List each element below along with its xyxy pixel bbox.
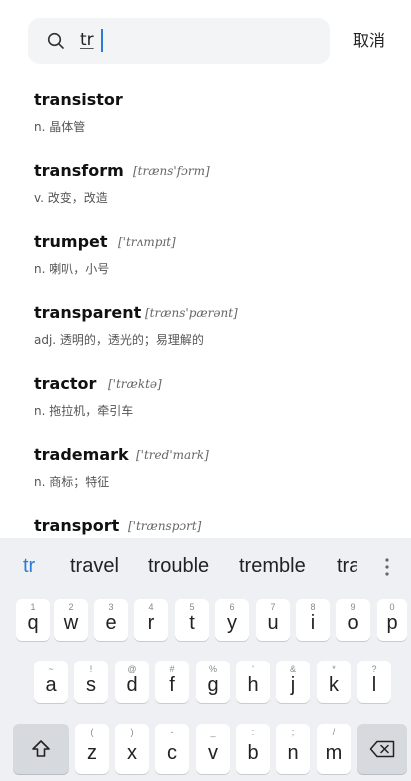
backspace-icon xyxy=(369,740,395,758)
key-o[interactable]: 9o xyxy=(336,599,370,641)
key-c[interactable]: -c xyxy=(155,724,189,774)
shift-key[interactable] xyxy=(13,724,69,774)
result-word: transform xyxy=(34,161,124,180)
text-cursor xyxy=(101,29,103,52)
key-u[interactable]: 7u xyxy=(256,599,290,641)
search-bar[interactable]: tr xyxy=(28,18,330,64)
key-m[interactable]: / m xyxy=(317,724,351,774)
key-j[interactable]: & j xyxy=(276,661,310,703)
key-a[interactable]: ~ a xyxy=(34,661,68,703)
suggestion-current[interactable]: tr xyxy=(23,555,35,578)
key-l[interactable]: ? l xyxy=(357,661,391,703)
more-vertical-icon[interactable] xyxy=(385,557,389,577)
result-word: transparent xyxy=(34,303,142,322)
result-phonetic: ['trʌmpɪt] xyxy=(118,235,176,249)
search-input[interactable]: tr xyxy=(80,30,94,50)
key-k[interactable]: * k xyxy=(317,661,351,703)
suggestion-bar: tr travel trouble tremble tra xyxy=(0,538,411,596)
result-phonetic: ['trænspɔrt] xyxy=(128,519,202,533)
key-i[interactable]: 8i xyxy=(296,599,330,641)
result-meaning: v. 改变，改造 xyxy=(34,191,108,205)
key-w[interactable]: 2w xyxy=(54,599,88,641)
result-word: transistor xyxy=(34,90,123,109)
suggestion-item[interactable]: tra xyxy=(337,555,357,578)
shift-icon xyxy=(32,740,50,757)
result-meaning: adj. 透明的，透光的；易理解的 xyxy=(34,333,204,347)
key-d[interactable]: @ d xyxy=(115,661,149,703)
result-meaning: n. 喇叭，小号 xyxy=(34,262,110,276)
key-n[interactable]: ; n xyxy=(276,724,310,774)
backspace-key[interactable] xyxy=(357,724,407,774)
key-f[interactable]: # f xyxy=(155,661,189,703)
key-r[interactable]: 4r xyxy=(134,599,168,641)
cancel-button[interactable]: 取消 xyxy=(353,31,385,51)
key-y[interactable]: 6y xyxy=(215,599,249,641)
suggestion-item[interactable]: tremble xyxy=(239,555,306,578)
key-z[interactable]: (z xyxy=(75,724,109,774)
result-phonetic: [træns'fɔrm] xyxy=(133,164,210,178)
search-icon xyxy=(47,32,64,49)
result-word: tractor xyxy=(34,374,97,393)
suggestion-item[interactable]: trouble xyxy=(148,555,209,578)
result-word: trumpet xyxy=(34,232,108,251)
results-list: transistor n. 晶体管 transform [træns'fɔrm]… xyxy=(0,80,411,538)
result-word: transport xyxy=(34,516,120,535)
key-p[interactable]: 0p xyxy=(377,599,407,641)
key-q[interactable]: 1q xyxy=(16,599,50,641)
key-b[interactable]: :b xyxy=(236,724,270,774)
result-phonetic: ['træktə] xyxy=(108,377,162,391)
key-x[interactable]: ) x xyxy=(115,724,149,774)
key-g[interactable]: % g xyxy=(196,661,230,703)
key-t[interactable]: 5t xyxy=(175,599,209,641)
key-h[interactable]: ' h xyxy=(236,661,270,703)
key-s[interactable]: ! s xyxy=(74,661,108,703)
result-word: trademark xyxy=(34,445,129,464)
result-meaning: n. 拖拉机，牵引车 xyxy=(34,404,134,418)
result-meaning: n. 商标；特征 xyxy=(34,475,110,489)
key-v[interactable]: _ v xyxy=(196,724,230,774)
result-phonetic: ['tred'mark] xyxy=(136,448,209,462)
key-e[interactable]: 3e xyxy=(94,599,128,641)
result-phonetic: [træns'pærənt] xyxy=(145,306,238,320)
soft-keyboard: tr travel trouble tremble tra 1q 2w 3e 4… xyxy=(0,538,411,781)
suggestion-item[interactable]: travel xyxy=(70,555,119,578)
result-meaning: n. 晶体管 xyxy=(34,120,86,134)
